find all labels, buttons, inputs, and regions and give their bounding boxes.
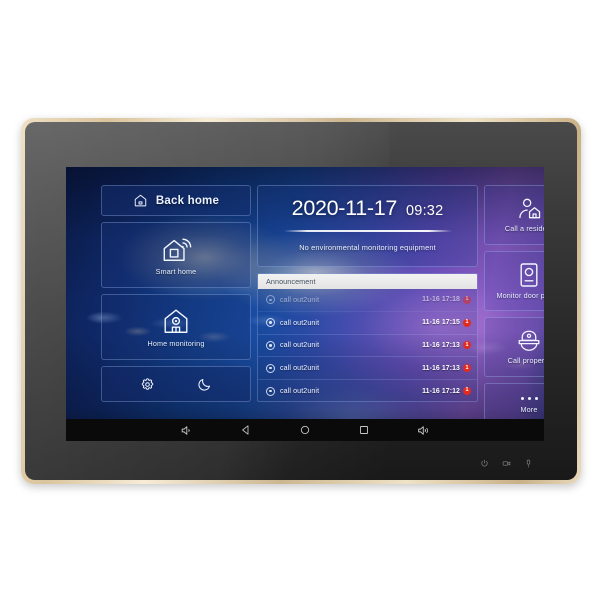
recents-square-icon[interactable] [358, 424, 370, 436]
environment-status: No environmental monitoring equipment [299, 242, 436, 252]
monitor-door-phone-card[interactable]: Monitor door phone [484, 251, 544, 311]
record-dot-icon [266, 318, 275, 328]
back-home-button[interactable]: Back home [101, 185, 251, 216]
call-property-label: Call property [507, 356, 544, 365]
back-triangle-icon[interactable] [240, 424, 252, 436]
record-dot-icon [266, 295, 275, 305]
android-navigation-bar [66, 419, 544, 441]
home-circle-icon[interactable] [299, 424, 311, 436]
smart-home-wifi-icon [160, 234, 192, 264]
announcement-item-time: 11-16 17:13 [422, 364, 460, 372]
unread-badge: 1 [463, 341, 471, 350]
home-camera-icon [160, 306, 192, 336]
announcement-item-title: call out2unit [280, 295, 320, 304]
list-item[interactable]: call out2unit 11-16 17:13 1 [258, 357, 477, 381]
record-dot-icon [266, 363, 275, 373]
smart-home-card[interactable]: Smart home [101, 222, 251, 288]
volume-down-icon[interactable] [180, 424, 193, 437]
announcement-item-meta: 11-16 17:13 1 [422, 364, 471, 373]
announcement-list[interactable]: call out2unit 11-16 17:18 1 call out2uni… [258, 289, 477, 401]
announcement-item-meta: 11-16 17:13 1 [422, 341, 471, 350]
announcement-item-title: call out2unit [280, 318, 320, 327]
announcement-item-time: 11-16 17:12 [422, 387, 460, 395]
current-date: 2020-11-17 [291, 196, 398, 220]
quick-actions-card [101, 366, 251, 402]
police-cap-icon [516, 329, 542, 353]
list-item[interactable]: call out2unit 11-16 17:15 1 [258, 312, 477, 335]
divider [283, 230, 452, 232]
home-monitoring-label: Home monitoring [147, 339, 205, 348]
unread-badge: 1 [463, 364, 471, 373]
datetime-row: 2020-11-17 09:32 [292, 196, 444, 221]
announcement-title: Announcement [266, 277, 316, 286]
announcement-header: Announcement [258, 274, 477, 289]
call-a-resident-card[interactable]: Call a resident [484, 185, 544, 245]
home-screen-ui: Back home Smart home Home monitoring 202… [66, 167, 544, 441]
gear-icon[interactable] [140, 377, 155, 392]
announcement-item-title: call out2unit [280, 341, 320, 350]
back-home-label: Back home [155, 194, 220, 207]
bezel-indicator-group [480, 459, 533, 468]
announcement-item-title: call out2unit [280, 364, 320, 373]
unread-badge: 1 [463, 295, 471, 304]
power-indicator-icon [480, 459, 489, 468]
announcement-item-time: 11-16 17:13 [422, 341, 460, 349]
door-station-icon [518, 262, 540, 288]
more-label: More [520, 405, 538, 414]
smart-home-label: Smart home [155, 267, 197, 276]
talk-indicator-icon [502, 459, 511, 468]
current-time: 09:32 [406, 203, 444, 219]
touch-screen[interactable]: Back home Smart home Home monitoring 202… [66, 167, 544, 441]
ellipsis-icon [520, 397, 538, 400]
device-frame: Back home Smart home Home monitoring 202… [21, 118, 581, 484]
announcement-item-time: 11-16 17:15 [422, 319, 460, 327]
record-dot-icon [266, 386, 275, 396]
announcement-item-meta: 11-16 17:15 1 [422, 318, 471, 327]
volume-up-icon[interactable] [417, 424, 430, 437]
announcement-item-title: call out2unit [280, 387, 320, 396]
datetime-card: 2020-11-17 09:32 No environmental monito… [257, 185, 478, 267]
call-a-resident-label: Call a resident [504, 224, 544, 233]
mic-indicator-icon [524, 459, 533, 468]
monitor-door-phone-label: Monitor door phone [496, 291, 544, 300]
person-house-icon [516, 197, 542, 221]
record-dot-icon [266, 340, 275, 350]
call-property-card[interactable]: Call property [484, 317, 544, 377]
unread-badge: 1 [463, 387, 471, 396]
announcement-item-meta: 11-16 17:12 1 [422, 387, 471, 396]
moon-icon[interactable] [197, 377, 212, 392]
list-item[interactable]: call out2unit 11-16 17:18 1 [258, 289, 477, 312]
announcement-panel: Announcement call out2unit 11-16 17:18 1 [257, 273, 478, 402]
unread-badge: 1 [463, 318, 471, 327]
home-outline-icon [133, 193, 148, 208]
announcement-item-time: 11-16 17:18 [422, 296, 460, 304]
list-item[interactable]: call out2unit 11-16 17:12 1 [258, 380, 477, 401]
announcement-item-meta: 11-16 17:18 1 [422, 295, 471, 304]
device-bezel: Back home Smart home Home monitoring 202… [25, 122, 577, 480]
home-monitoring-card[interactable]: Home monitoring [101, 294, 251, 360]
list-item[interactable]: call out2unit 11-16 17:13 1 [258, 335, 477, 358]
